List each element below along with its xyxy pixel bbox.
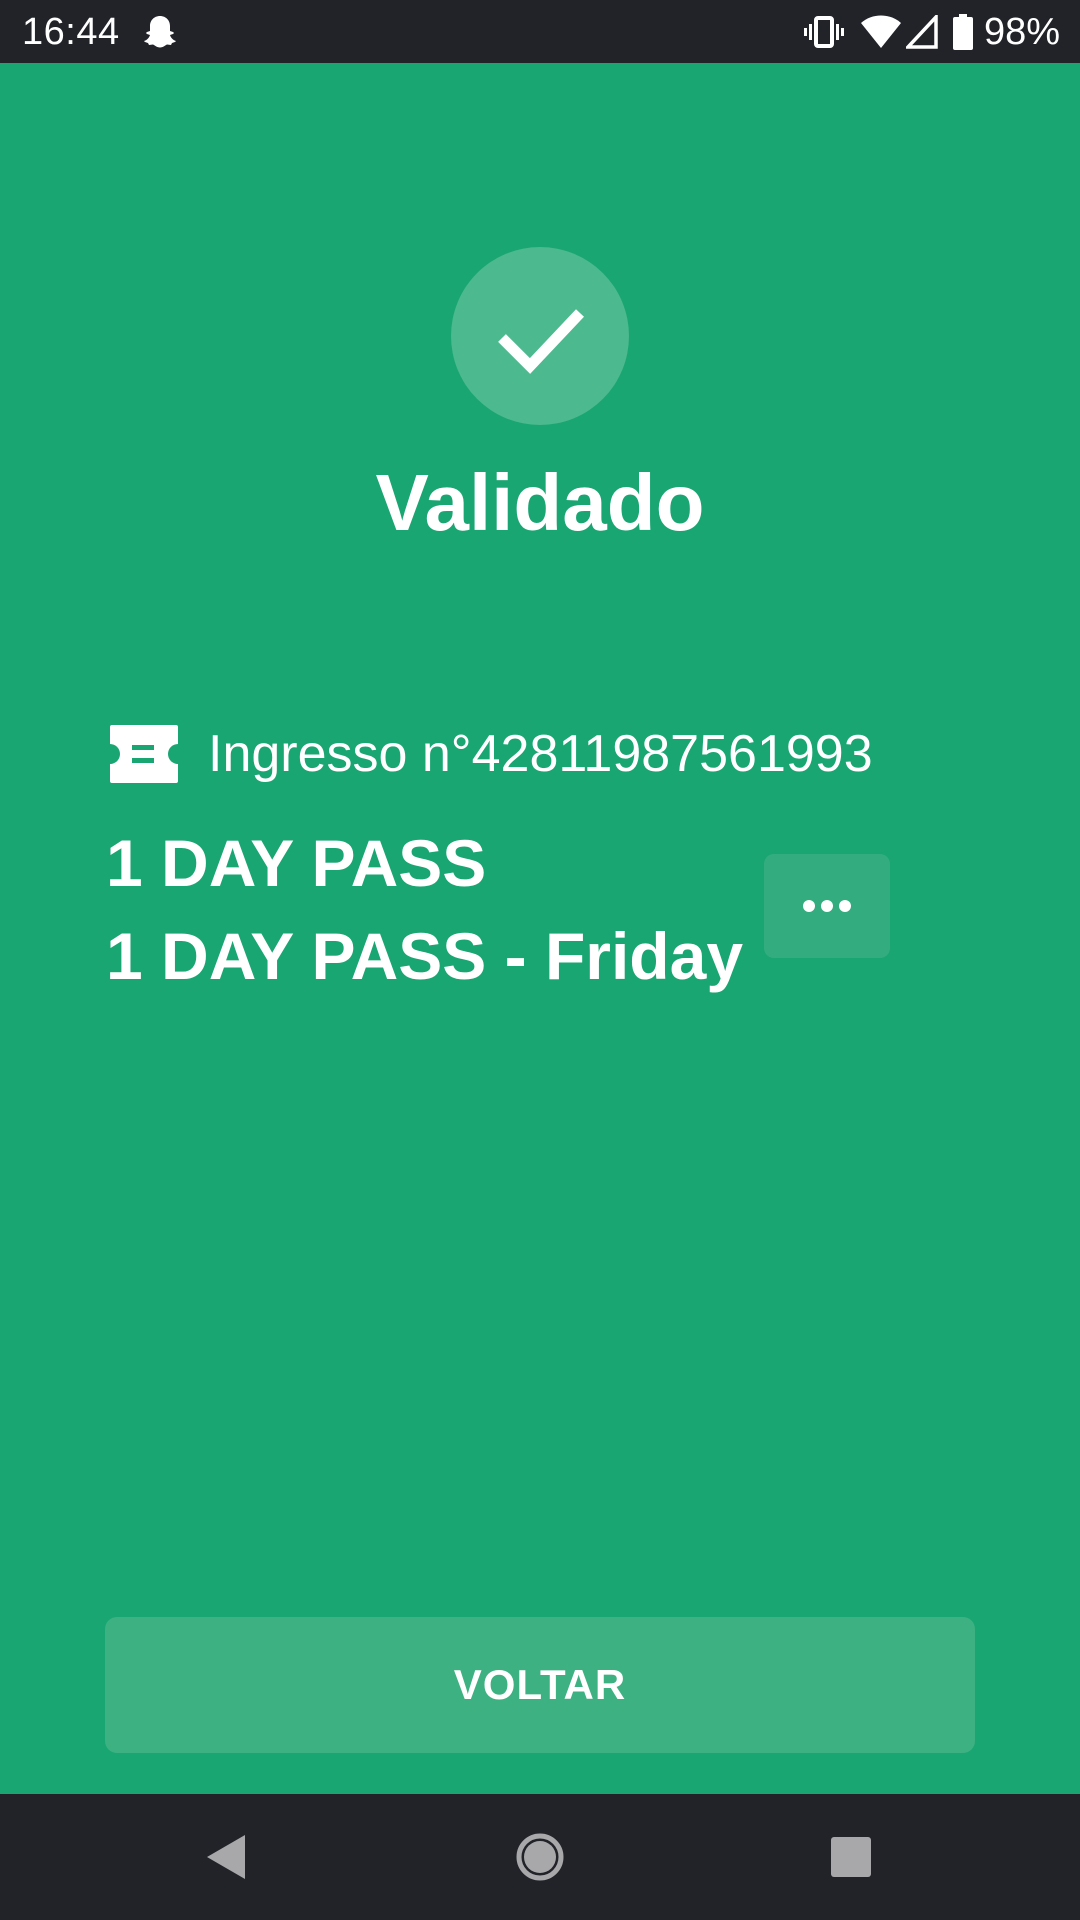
battery-icon [952, 14, 973, 50]
pass-detail: 1 DAY PASS - Friday [106, 919, 744, 993]
home-circle-icon [516, 1833, 564, 1881]
recents-square-icon [831, 1837, 871, 1877]
more-options-button[interactable] [764, 854, 890, 958]
vibrate-icon [803, 16, 844, 48]
ticket-icon [110, 725, 178, 783]
wifi-icon [860, 15, 901, 48]
back-button[interactable]: VOLTAR [105, 1617, 975, 1753]
checkmark-icon [498, 309, 585, 374]
navigation-bar [0, 1794, 1080, 1920]
ticket-number-row: Ingresso n°42811987561993 [108, 722, 873, 786]
nav-recents-button[interactable] [790, 1794, 910, 1920]
status-bar: 16:44 98% [0, 0, 1080, 63]
ticket-number: Ingresso n°42811987561993 [208, 725, 873, 783]
pass-name: 1 DAY PASS [106, 826, 487, 900]
success-badge [451, 247, 629, 425]
status-time: 16:44 [22, 11, 120, 53]
more-horizontal-icon [803, 900, 851, 912]
status-icons: 98% [803, 10, 1060, 54]
cell-signal-icon [905, 15, 938, 49]
battery-percentage: 98% [983, 11, 1060, 53]
nav-back-button[interactable] [165, 1794, 285, 1920]
status-title: Validado [375, 458, 705, 547]
snapchat-icon [144, 16, 176, 48]
nav-home-button[interactable] [480, 1794, 600, 1920]
back-triangle-icon [207, 1835, 245, 1879]
